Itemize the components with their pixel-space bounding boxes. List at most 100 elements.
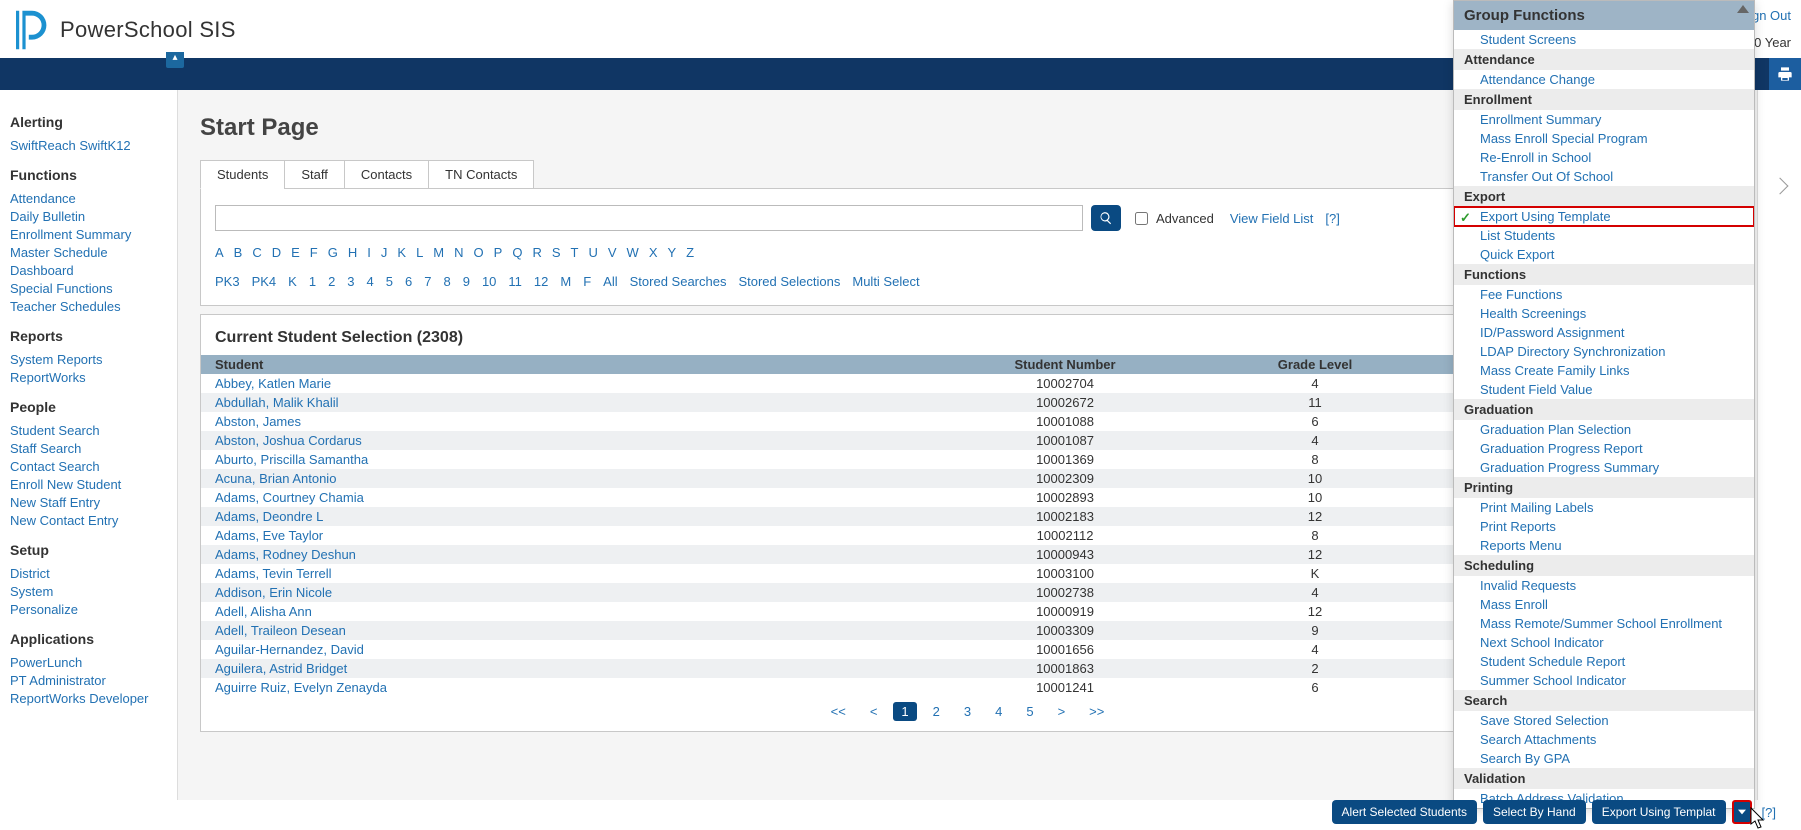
gf-item-student-schedule-report[interactable]: Student Schedule Report <box>1480 654 1625 669</box>
sidebar-item-functions-4[interactable]: Dashboard <box>10 263 74 278</box>
gf-list-item[interactable]: Print Mailing Labels <box>1454 498 1754 517</box>
gf-item-student-field-value[interactable]: Student Field Value <box>1480 382 1593 397</box>
gf-list-item[interactable]: Mass Create Family Links <box>1454 361 1754 380</box>
grade-filter-multi-select[interactable]: Multi Select <box>852 274 919 289</box>
sidebar-item-applications-1[interactable]: PT Administrator <box>10 673 106 688</box>
alpha-I[interactable]: I <box>367 245 371 260</box>
student-link[interactable]: Abston, Joshua Cordarus <box>215 433 362 448</box>
gf-item-reports-menu[interactable]: Reports Menu <box>1480 538 1562 553</box>
gf-list-item[interactable]: ID/Password Assignment <box>1454 323 1754 342</box>
student-link[interactable]: Adams, Deondre L <box>215 509 323 524</box>
gf-list-item[interactable]: Enrollment Summary <box>1454 110 1754 129</box>
student-link[interactable]: Acuna, Brian Antonio <box>215 471 336 486</box>
gf-list-item[interactable]: Attendance Change <box>1454 70 1754 89</box>
gf-item-mass-enroll[interactable]: Mass Enroll <box>1480 597 1548 612</box>
alpha-R[interactable]: R <box>532 245 541 260</box>
tab-students[interactable]: Students <box>200 160 285 189</box>
student-link[interactable]: Adell, Alisha Ann <box>215 604 312 619</box>
alpha-Z[interactable]: Z <box>686 245 694 260</box>
alpha-J[interactable]: J <box>381 245 388 260</box>
grade-filter-11[interactable]: 11 <box>508 274 522 289</box>
sidebar-item-people-1[interactable]: Staff Search <box>10 441 81 456</box>
grade-filter-m[interactable]: M <box>560 274 571 289</box>
pager-page-3[interactable]: 3 <box>956 702 979 721</box>
sidebar-item-functions-5[interactable]: Special Functions <box>10 281 113 296</box>
alpha-G[interactable]: G <box>328 245 338 260</box>
gf-item-mass-enroll-special-program[interactable]: Mass Enroll Special Program <box>1480 131 1648 146</box>
alpha-C[interactable]: C <box>252 245 261 260</box>
gf-item-search-by-gpa[interactable]: Search By GPA <box>1480 751 1570 766</box>
sidebar-item-reports-0[interactable]: System Reports <box>10 352 102 367</box>
gf-list-item[interactable]: Re-Enroll in School <box>1454 148 1754 167</box>
gf-item-graduation-progress-report[interactable]: Graduation Progress Report <box>1480 441 1643 456</box>
search-button[interactable] <box>1091 205 1121 231</box>
sidebar-item-people-2[interactable]: Contact Search <box>10 459 100 474</box>
gf-item-print-mailing-labels[interactable]: Print Mailing Labels <box>1480 500 1593 515</box>
gf-list-item[interactable]: Graduation Progress Summary <box>1454 458 1754 477</box>
pager-page-2[interactable]: 2 <box>925 702 948 721</box>
grade-filter-7[interactable]: 7 <box>424 274 431 289</box>
pager-page-4[interactable]: 4 <box>987 702 1010 721</box>
gf-item-next-school-indicator[interactable]: Next School Indicator <box>1480 635 1604 650</box>
grade-filter-2[interactable]: 2 <box>328 274 335 289</box>
gf-list-item[interactable]: Graduation Progress Report <box>1454 439 1754 458</box>
pager-first[interactable]: << <box>823 702 854 721</box>
student-link[interactable]: Adams, Courtney Chamia <box>215 490 364 505</box>
pager-prev[interactable]: < <box>862 702 886 721</box>
student-link[interactable]: Abbey, Katlen Marie <box>215 376 331 391</box>
student-link[interactable]: Addison, Erin Nicole <box>215 585 332 600</box>
sidebar-item-setup-0[interactable]: District <box>10 566 50 581</box>
alpha-X[interactable]: X <box>649 245 658 260</box>
gf-item-graduation-progress-summary[interactable]: Graduation Progress Summary <box>1480 460 1659 475</box>
alpha-M[interactable]: M <box>433 245 444 260</box>
search-help-link[interactable]: [?] <box>1325 211 1339 226</box>
gf-list-item[interactable]: Mass Enroll <box>1454 595 1754 614</box>
pager-page-1[interactable]: 1 <box>893 702 916 721</box>
sign-out-link[interactable]: gn Out <box>1752 8 1791 23</box>
grade-filter-3[interactable]: 3 <box>347 274 354 289</box>
pager-next[interactable]: > <box>1050 702 1074 721</box>
gf-list-item[interactable]: Save Stored Selection <box>1454 711 1754 730</box>
advanced-checkbox[interactable] <box>1135 212 1148 225</box>
sidebar-item-people-0[interactable]: Student Search <box>10 423 100 438</box>
gf-item-fee-functions[interactable]: Fee Functions <box>1480 287 1562 302</box>
gf-item-invalid-requests[interactable]: Invalid Requests <box>1480 578 1576 593</box>
gf-item-ldap-directory-synchronization[interactable]: LDAP Directory Synchronization <box>1480 344 1665 359</box>
gf-item-re-enroll-in-school[interactable]: Re-Enroll in School <box>1480 150 1591 165</box>
grade-filter-pk4[interactable]: PK4 <box>252 274 277 289</box>
grade-filter-pk3[interactable]: PK3 <box>215 274 240 289</box>
alpha-P[interactable]: P <box>494 245 503 260</box>
gf-item-attendance-change[interactable]: Attendance Change <box>1480 72 1595 87</box>
gf-list-item[interactable]: Transfer Out Of School <box>1454 167 1754 186</box>
search-input[interactable] <box>215 205 1083 231</box>
collapse-sidebar-icon[interactable]: ▴ <box>166 52 184 68</box>
alpha-L[interactable]: L <box>416 245 423 260</box>
tab-staff[interactable]: Staff <box>284 160 345 189</box>
print-icon[interactable] <box>1769 58 1801 90</box>
gf-item-graduation-plan-selection[interactable]: Graduation Plan Selection <box>1480 422 1631 437</box>
sidebar-item-functions-2[interactable]: Enrollment Summary <box>10 227 131 242</box>
chevron-right-icon[interactable] <box>1771 178 1788 195</box>
grade-filter-8[interactable]: 8 <box>443 274 450 289</box>
gf-list-item[interactable]: Invalid Requests <box>1454 576 1754 595</box>
sidebar-item-setup-2[interactable]: Personalize <box>10 602 78 617</box>
student-link[interactable]: Adams, Tevin Terrell <box>215 566 332 581</box>
sidebar-item-functions-3[interactable]: Master Schedule <box>10 245 108 260</box>
student-link[interactable]: Abston, James <box>215 414 301 429</box>
pager-last[interactable]: >> <box>1081 702 1112 721</box>
gf-item-summer-school-indicator[interactable]: Summer School Indicator <box>1480 673 1626 688</box>
student-link[interactable]: Aguilar-Hernandez, David <box>215 642 364 657</box>
student-link[interactable]: Adams, Eve Taylor <box>215 528 323 543</box>
export-using-template-button[interactable]: Export Using Templat <box>1592 800 1726 824</box>
gf-item-id-password-assignment[interactable]: ID/Password Assignment <box>1480 325 1625 340</box>
grade-filter-5[interactable]: 5 <box>386 274 393 289</box>
grade-filter-6[interactable]: 6 <box>405 274 412 289</box>
gf-list-item[interactable]: List Students <box>1454 226 1754 245</box>
grade-filter-f[interactable]: F <box>583 274 591 289</box>
gf-item-print-reports[interactable]: Print Reports <box>1480 519 1556 534</box>
pager-page-5[interactable]: 5 <box>1018 702 1041 721</box>
gf-item-health-screenings[interactable]: Health Screenings <box>1480 306 1586 321</box>
gf-list-item[interactable]: Search Attachments <box>1454 730 1754 749</box>
sidebar-item-setup-1[interactable]: System <box>10 584 53 599</box>
grade-filter-1[interactable]: 1 <box>309 274 316 289</box>
